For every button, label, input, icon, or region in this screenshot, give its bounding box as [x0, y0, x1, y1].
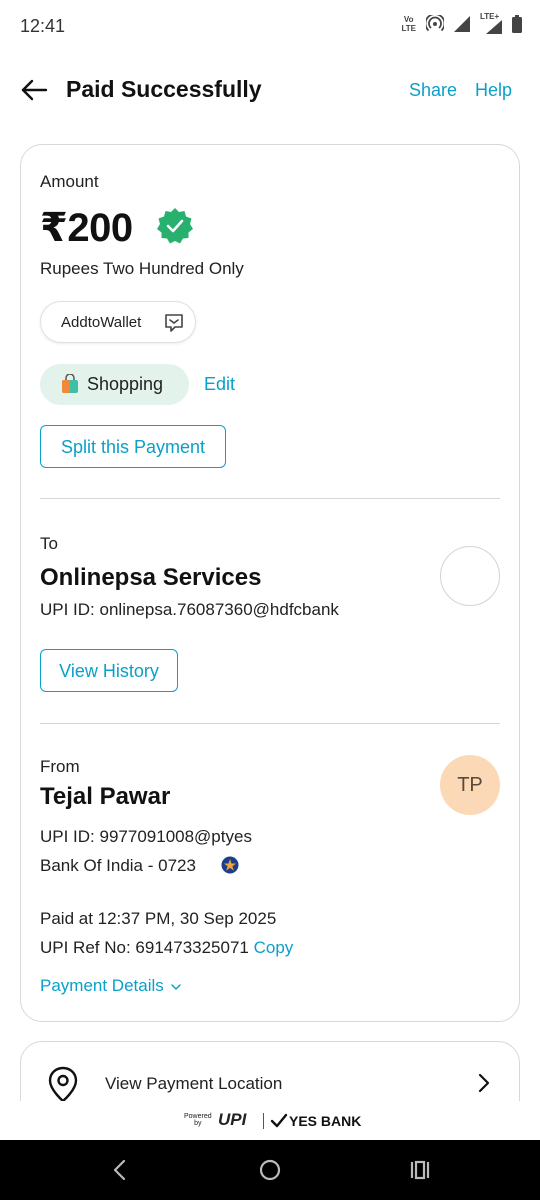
- yes-bank-check-icon: [270, 1113, 288, 1128]
- yes-bank-logo: YES BANK: [289, 1113, 362, 1129]
- powered-by-text: Powered by: [184, 1113, 212, 1127]
- message-icon: [165, 314, 183, 332]
- payer-upi-id: UPI ID: 9977091008@ptyes: [40, 827, 252, 846]
- status-bar: 12:41 Vo LTE LTE+: [0, 0, 540, 52]
- verified-badge-icon: [157, 208, 193, 244]
- upi-ref-row: UPI Ref No: 691473325071 Copy: [40, 938, 293, 958]
- battery-icon: [512, 15, 522, 33]
- payee-avatar: [440, 546, 500, 606]
- powered-by-footer: Powered by UPI YES BANK: [0, 1101, 540, 1140]
- avatar: TP: [440, 755, 500, 815]
- add-to-wallet-label: AddtoWallet: [61, 314, 142, 331]
- divider: [40, 723, 500, 724]
- payer-name: Tejal Pawar: [40, 783, 171, 810]
- shopping-bag-icon: [62, 374, 78, 393]
- add-to-wallet-chip[interactable]: AddtoWallet: [40, 301, 196, 343]
- category-chip[interactable]: Shopping: [40, 364, 189, 405]
- edit-category-link[interactable]: Edit: [204, 374, 235, 395]
- from-label: From: [40, 757, 80, 776]
- to-label: To: [40, 534, 58, 553]
- divider: [40, 498, 500, 499]
- nav-home-icon[interactable]: [258, 1158, 282, 1182]
- signal-icon: [454, 16, 470, 32]
- back-arrow-icon[interactable]: [20, 76, 48, 104]
- payment-details-link[interactable]: Payment Details: [40, 976, 183, 996]
- chevron-right-icon: [478, 1073, 490, 1093]
- share-link[interactable]: Share: [409, 80, 457, 101]
- bank-logo-icon: [221, 856, 239, 874]
- app-header: Paid Successfully Share Help: [0, 66, 540, 114]
- payment-details-label: Payment Details: [40, 976, 164, 995]
- nav-recents-icon[interactable]: [408, 1158, 432, 1182]
- location-pin-icon: [48, 1066, 78, 1103]
- status-time: 12:41: [20, 16, 66, 36]
- paid-at-timestamp: Paid at 12:37 PM, 30 Sep 2025: [40, 909, 277, 928]
- payee-name: Onlinepsa Services: [40, 564, 262, 591]
- system-nav-bar: [0, 1140, 540, 1200]
- nav-back-icon[interactable]: [108, 1158, 132, 1182]
- status-icons: Vo LTE LTE+: [401, 12, 522, 34]
- volte-icon: Vo LTE: [401, 15, 416, 33]
- help-link[interactable]: Help: [475, 80, 512, 101]
- transaction-card: Amount ₹200 Rupees Two Hundred Only Addt…: [20, 144, 520, 1022]
- upi-ref-number: UPI Ref No: 691473325071: [40, 938, 249, 957]
- divider: [263, 1113, 264, 1129]
- copy-ref-link[interactable]: Copy: [254, 938, 294, 957]
- split-payment-button[interactable]: Split this Payment: [40, 425, 226, 468]
- chevron-down-icon: [170, 983, 181, 990]
- page-title: Paid Successfully: [66, 76, 262, 102]
- view-location-label: View Payment Location: [105, 1074, 283, 1093]
- upi-logo: UPI: [218, 1110, 247, 1129]
- lte-signal-icon: LTE+: [480, 12, 502, 34]
- amount-in-words: Rupees Two Hundred Only: [40, 259, 244, 278]
- hotspot-icon: [426, 15, 444, 32]
- payee-upi-id: UPI ID: onlinepsa.76087360@hdfcbank: [40, 600, 339, 619]
- amount-label: Amount: [40, 172, 99, 191]
- payer-bank: Bank Of India - 0723: [40, 856, 196, 875]
- view-history-button[interactable]: View History: [40, 649, 178, 692]
- category-label: Shopping: [87, 374, 164, 394]
- amount-value: ₹200: [40, 206, 133, 250]
